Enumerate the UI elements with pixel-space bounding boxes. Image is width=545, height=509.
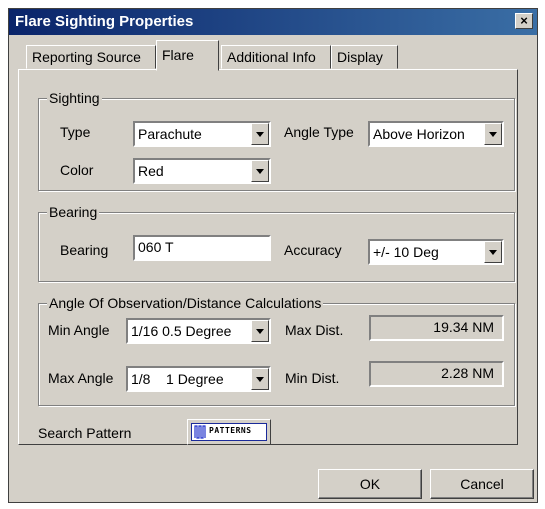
cancel-button[interactable]: Cancel (430, 469, 534, 499)
patterns-button[interactable]: PATTERNS (187, 419, 271, 445)
max-dist-field: 19.34 NM (369, 315, 504, 341)
angle-type-label: Angle Type (284, 124, 354, 140)
tab-additional-info[interactable]: Additional Info (221, 45, 331, 69)
tab-display[interactable]: Display (331, 45, 398, 69)
min-angle-label: Min Angle (48, 322, 110, 338)
color-value: Red (138, 163, 164, 179)
color-select[interactable]: Red (133, 158, 271, 184)
min-angle-value: 1/16 0.5 Degree (131, 323, 232, 339)
max-angle-select[interactable]: 1/8 1 Degree (126, 366, 271, 392)
patterns-button-face: PATTERNS (191, 423, 267, 441)
max-angle-label: Max Angle (48, 370, 114, 386)
type-label: Type (60, 124, 91, 140)
tab-flare[interactable]: Flare (156, 40, 219, 71)
chevron-down-icon[interactable] (484, 241, 502, 263)
chevron-down-icon[interactable] (251, 123, 269, 145)
bearing-input[interactable]: 060 T (133, 235, 271, 261)
angle-type-value: Above Horizon (373, 126, 465, 142)
chevron-down-icon[interactable] (251, 368, 269, 390)
chevron-down-icon[interactable] (484, 123, 502, 145)
accuracy-value: +/- 10 Deg (373, 244, 439, 260)
window-title: Flare Sighting Properties (15, 13, 194, 30)
observation-legend: Angle Of Observation/Distance Calculatio… (47, 295, 324, 311)
sighting-legend: Sighting (47, 90, 102, 106)
title-bar[interactable]: Flare Sighting Properties × (9, 9, 537, 35)
accuracy-label: Accuracy (284, 242, 342, 258)
patterns-button-label: PATTERNS (209, 426, 252, 435)
max-angle-value: 1/8 1 Degree (131, 371, 224, 387)
angle-type-select[interactable]: Above Horizon (368, 121, 504, 147)
accuracy-select[interactable]: +/- 10 Deg (368, 239, 504, 265)
bearing-label: Bearing (60, 242, 109, 258)
ok-button[interactable]: OK (318, 469, 422, 499)
min-dist-field: 2.28 NM (369, 361, 504, 387)
chevron-down-icon[interactable] (251, 160, 269, 182)
color-label: Color (60, 162, 94, 178)
max-dist-label: Max Dist. (285, 322, 344, 338)
bearing-legend: Bearing (47, 204, 100, 220)
search-pattern-label: Search Pattern (38, 425, 132, 441)
type-select[interactable]: Parachute (133, 121, 271, 147)
type-value: Parachute (138, 126, 202, 142)
search-pattern-icon (194, 425, 206, 439)
min-dist-label: Min Dist. (285, 370, 340, 386)
tab-reporting-source[interactable]: Reporting Source (26, 45, 156, 69)
close-button[interactable]: × (515, 13, 533, 29)
chevron-down-icon[interactable] (251, 320, 269, 342)
min-angle-select[interactable]: 1/16 0.5 Degree (126, 318, 271, 344)
